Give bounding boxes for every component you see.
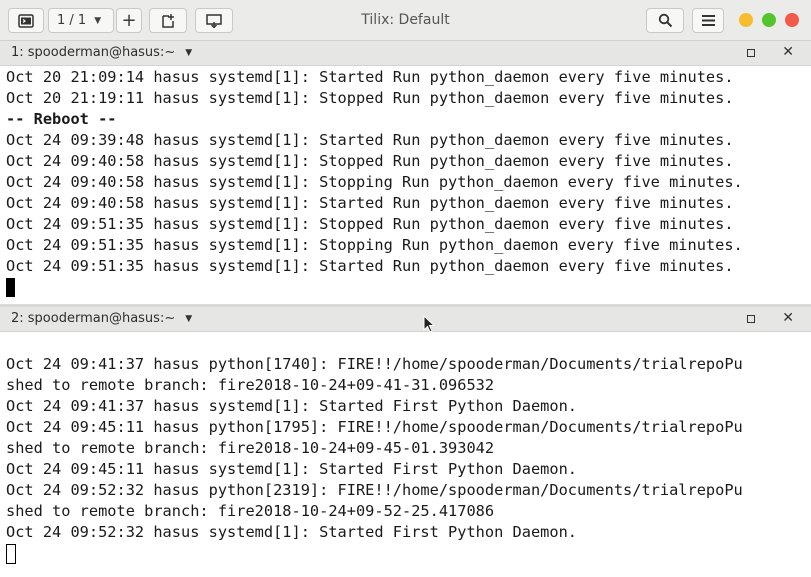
pane-2-title: 2: spooderman@hasus:~ xyxy=(11,311,176,326)
terminal-cursor-line xyxy=(0,277,811,298)
terminal-line: Oct 24 09:45:11 hasus python[1795]: FIRE… xyxy=(6,418,743,436)
pane-1-header: 1: spooderman@hasus:~ ▼ ✕ xyxy=(0,41,811,66)
terminal-line: shed to remote branch: fire2018-10-24+09… xyxy=(6,502,495,520)
pane-2-title-menu[interactable]: 2: spooderman@hasus:~ ▼ xyxy=(11,311,192,326)
terminal-line: Oct 24 09:51:35 hasus systemd[1]: Stoppe… xyxy=(6,215,734,233)
terminal-line: Oct 24 09:40:58 hasus systemd[1]: Stoppi… xyxy=(6,173,743,191)
pane-1-title: 1: spooderman@hasus:~ xyxy=(11,45,176,60)
chevron-down-icon: ▼ xyxy=(185,313,193,324)
terminal-cursor xyxy=(6,278,15,297)
terminal-line: Oct 24 09:40:58 hasus systemd[1]: Starte… xyxy=(6,194,734,212)
terminal-line: Oct 24 09:41:37 hasus systemd[1]: Starte… xyxy=(6,397,577,415)
terminal-line: Oct 24 09:51:35 hasus systemd[1]: Starte… xyxy=(6,257,734,275)
terminal-line: Oct 24 09:52:32 hasus python[2319]: FIRE… xyxy=(6,481,743,499)
terminal-line: Oct 24 09:51:35 hasus systemd[1]: Stoppi… xyxy=(6,236,743,254)
terminal-line: Oct 20 21:19:11 hasus systemd[1]: Stoppe… xyxy=(6,89,734,107)
hamburger-menu-icon xyxy=(701,15,715,26)
terminal-line: shed to remote branch: fire2018-10-24+09… xyxy=(6,439,495,457)
mouse-pointer-icon xyxy=(423,315,435,333)
terminal-line: -- Reboot -- xyxy=(6,110,117,128)
search-icon xyxy=(658,13,672,28)
terminal-cursor xyxy=(6,543,16,564)
terminal-line: Oct 20 21:09:14 hasus systemd[1]: Starte… xyxy=(6,68,734,86)
pane-2-close-button[interactable]: ✕ xyxy=(782,310,794,326)
find-button[interactable] xyxy=(646,8,684,33)
pane-1-maximize-button[interactable] xyxy=(747,49,755,57)
terminal-line: Oct 24 09:52:32 hasus systemd[1]: Starte… xyxy=(6,523,577,541)
window-title: Tilix: Default xyxy=(361,12,450,28)
terminal-line: Oct 24 09:40:58 hasus systemd[1]: Stoppe… xyxy=(6,152,734,170)
pane-2-terminal[interactable]: Oct 24 09:41:37 hasus python[1740]: FIRE… xyxy=(0,332,811,577)
terminal-cursor-line xyxy=(0,543,811,564)
close-button[interactable] xyxy=(785,13,799,27)
pane-1-title-menu[interactable]: 1: spooderman@hasus:~ ▼ xyxy=(11,45,192,60)
terminal-line: Oct 24 09:39:48 hasus systemd[1]: Starte… xyxy=(6,131,734,149)
terminal-line: Oct 24 09:41:37 hasus python[1740]: FIRE… xyxy=(6,355,743,373)
minimize-button[interactable] xyxy=(739,13,753,27)
pane-1-terminal[interactable]: Oct 20 21:09:14 hasus systemd[1]: Starte… xyxy=(0,66,811,304)
terminal-line: shed to remote branch: fire2018-10-24+09… xyxy=(6,376,495,394)
terminal-line: Oct 24 09:45:11 hasus systemd[1]: Starte… xyxy=(6,460,577,478)
pane-2-maximize-button[interactable] xyxy=(747,315,755,323)
title-bar: 1 / 1 ▼ + Tilix: Default xyxy=(0,0,811,41)
menu-button[interactable] xyxy=(692,8,724,33)
pane-1-close-button[interactable]: ✕ xyxy=(782,44,794,60)
pane-2-header: 2: spooderman@hasus:~ ▼ ✕ xyxy=(0,307,811,332)
chevron-down-icon: ▼ xyxy=(185,47,193,58)
maximize-button[interactable] xyxy=(762,13,776,27)
